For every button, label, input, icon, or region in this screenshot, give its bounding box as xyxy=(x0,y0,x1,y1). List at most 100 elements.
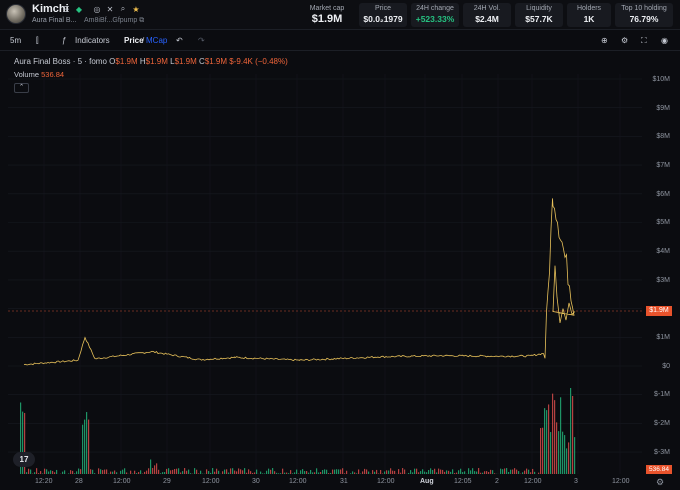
volume-bar xyxy=(434,468,436,474)
volume-bar xyxy=(412,472,414,474)
stat-24h-volume: 24H Vol. $2.4M xyxy=(463,3,511,27)
volume-bar xyxy=(524,470,526,474)
stat-label: 24H change xyxy=(416,5,454,12)
volume-bar xyxy=(90,469,92,474)
volume-bar xyxy=(102,470,104,474)
volume-bar xyxy=(120,470,122,474)
volume-bar xyxy=(330,472,332,474)
copy-icon[interactable]: ⧉ xyxy=(139,17,144,24)
volume-bar xyxy=(564,435,566,474)
redo-icon[interactable]: ↷ xyxy=(198,36,205,45)
volume-bar xyxy=(154,465,156,474)
volume-bar xyxy=(566,448,568,474)
volume-bar xyxy=(314,472,316,474)
volume-bar xyxy=(182,471,184,474)
volume-bar xyxy=(286,472,288,474)
token-badges: ☰ ◆ xyxy=(61,4,84,14)
token-avatar[interactable] xyxy=(6,4,26,24)
volume-bar xyxy=(460,468,462,474)
x-tick: 12:05 xyxy=(454,478,472,485)
legend-title: Aura Final Boss · 5 · fomo xyxy=(14,57,107,66)
globe-icon[interactable]: ◎ xyxy=(92,4,102,14)
volume-bar xyxy=(236,471,238,474)
token-address[interactable]: Am8iBf...Gfpump ⧉ xyxy=(84,17,144,25)
volume-bar xyxy=(502,469,504,474)
volume-bar xyxy=(146,470,148,474)
volume-bar xyxy=(210,472,212,474)
volume-bar xyxy=(38,473,40,474)
volume-bar xyxy=(274,471,276,474)
top-bar: Kimchi ☰ ◆ Aura Final B... ◎ ✕ ⌕ ★ Am8iB… xyxy=(0,0,680,30)
volume-bar xyxy=(556,422,558,474)
list-icon[interactable]: ☰ xyxy=(61,4,71,14)
candle-style-icon[interactable]: ⫿ xyxy=(36,36,39,46)
volume-bar xyxy=(334,469,336,474)
stat-value: $0.0₂1979 xyxy=(363,14,403,24)
volume-bar xyxy=(366,469,368,474)
chart-legend: Aura Final Boss · 5 · fomo O$1.9M H$1.9M… xyxy=(14,57,288,66)
volume-bar xyxy=(570,387,572,474)
zoom-icon[interactable]: ⊕ xyxy=(601,36,608,45)
volume-bar xyxy=(244,468,246,474)
volume-bar xyxy=(176,468,178,474)
collapse-legend-icon[interactable]: ⌃ xyxy=(14,83,29,93)
volume-bar xyxy=(252,472,254,474)
volume-bar xyxy=(388,470,390,474)
mcap-toggle[interactable]: MCap xyxy=(146,36,167,45)
indicators-button[interactable]: Indicators xyxy=(75,36,110,45)
stat-value: 1K xyxy=(583,14,595,24)
volume-bar xyxy=(216,468,218,474)
volume-bar xyxy=(104,469,106,474)
toggle-separator: / xyxy=(142,36,145,45)
volume-bar xyxy=(70,470,72,474)
volume-bar xyxy=(368,471,370,474)
volume-bar xyxy=(94,473,96,474)
indicators-icon[interactable]: ƒ xyxy=(62,36,66,45)
volume-bar xyxy=(408,472,410,474)
volume-bar xyxy=(410,470,412,474)
social-links: ◎ ✕ ⌕ ★ xyxy=(92,4,141,14)
volume-bar xyxy=(46,469,48,474)
volume-bar xyxy=(356,473,358,474)
y-tick: $-3M xyxy=(654,449,670,456)
volume-bar xyxy=(342,468,344,474)
star-icon[interactable]: ★ xyxy=(131,4,141,14)
volume-bar xyxy=(320,472,322,474)
volume-bar xyxy=(86,412,88,474)
y-tick: $6M xyxy=(656,191,670,198)
interval-button[interactable]: 5m xyxy=(10,36,21,45)
volume-bar xyxy=(78,468,80,474)
volume-bar xyxy=(194,468,196,474)
volume-bar xyxy=(364,468,366,474)
volume-bar xyxy=(160,473,162,474)
volume-bar xyxy=(394,470,396,474)
y-tick: $1M xyxy=(656,334,670,341)
tradingview-logo[interactable]: 17 xyxy=(13,452,35,467)
volume-bar xyxy=(424,471,426,474)
fullscreen-icon[interactable]: ⛶ xyxy=(641,36,647,46)
price-chart[interactable] xyxy=(0,0,680,490)
volume-bar xyxy=(488,471,490,474)
volume-bar xyxy=(52,470,54,474)
volume-bar xyxy=(442,469,444,474)
undo-icon[interactable]: ↶ xyxy=(176,36,183,45)
axis-settings-icon[interactable]: ⚙ xyxy=(656,477,664,488)
settings-icon[interactable]: ⚙ xyxy=(621,36,628,45)
x-icon[interactable]: ✕ xyxy=(105,4,115,14)
volume-bar xyxy=(180,472,182,474)
volume-bar xyxy=(162,472,164,474)
x-tick: 12:00 xyxy=(113,478,131,485)
volume-bar xyxy=(530,472,532,474)
volume-bar xyxy=(436,472,438,474)
camera-icon[interactable]: ◉ xyxy=(661,36,668,45)
volume-bar xyxy=(34,472,36,474)
volume-bar xyxy=(260,471,262,474)
volume-bar xyxy=(168,468,170,474)
volume-bar xyxy=(292,473,294,474)
price-toggle[interactable]: Price xyxy=(124,36,144,45)
volume-bar xyxy=(214,471,216,474)
volume-bar xyxy=(430,468,432,474)
volume-bar xyxy=(504,468,506,474)
volume-bar xyxy=(458,470,460,474)
search-icon[interactable]: ⌕ xyxy=(118,4,128,14)
